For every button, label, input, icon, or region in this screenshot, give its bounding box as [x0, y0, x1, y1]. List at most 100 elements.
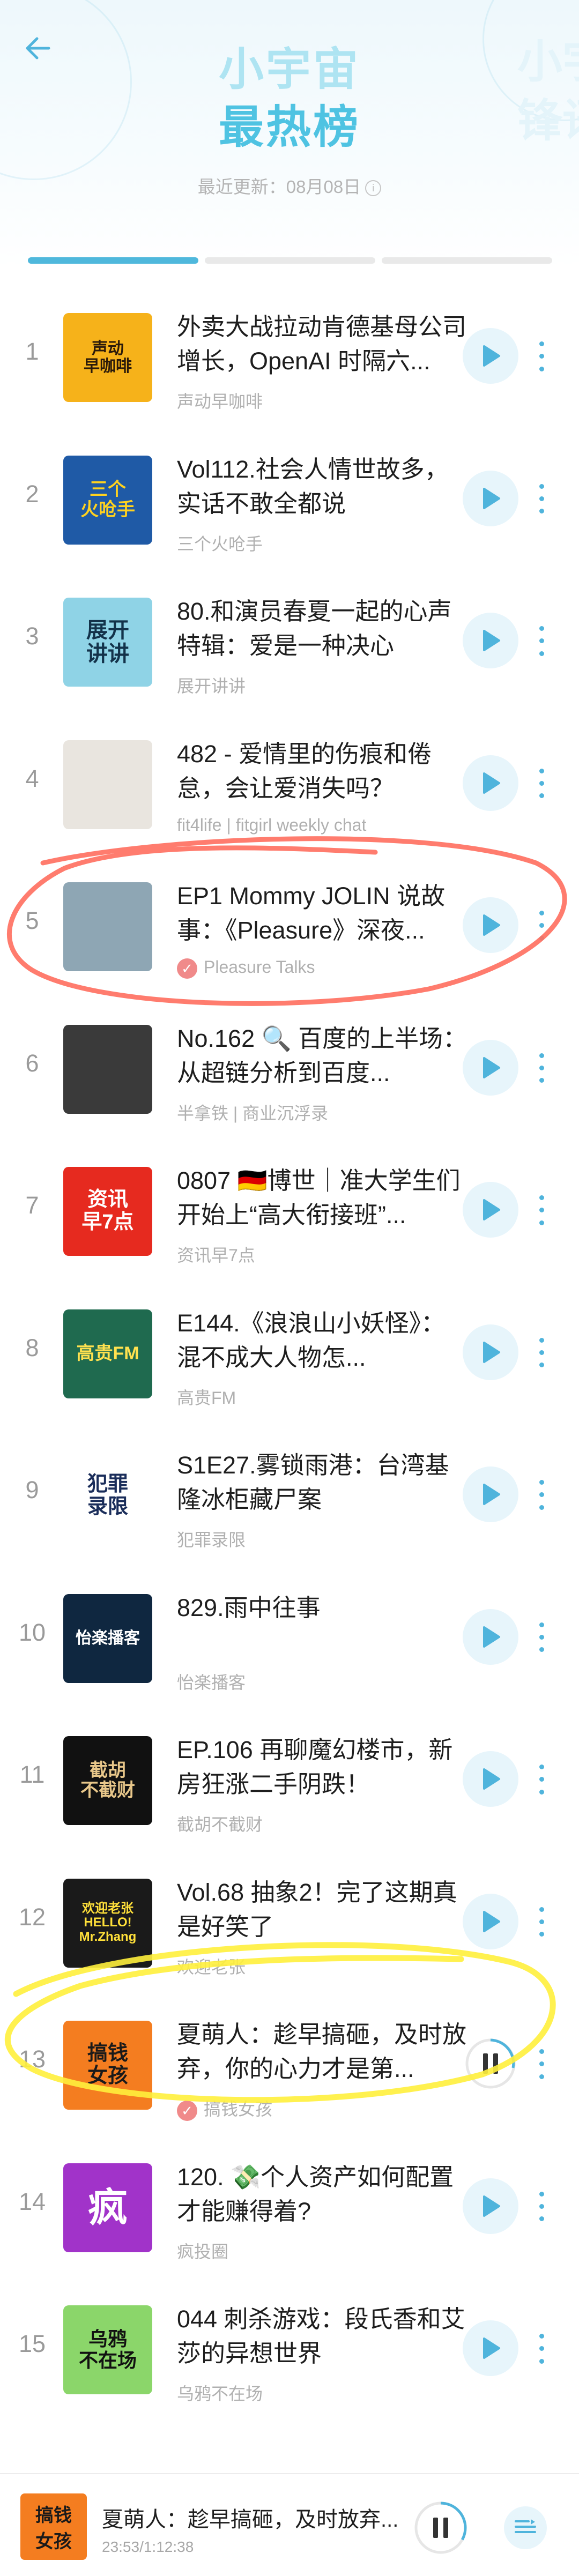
episode-cover[interactable]: 展开 讲讲 — [63, 598, 152, 687]
info-icon[interactable]: i — [365, 180, 382, 197]
more-options-button[interactable] — [533, 765, 550, 802]
episode-title[interactable]: S1E27.雾锁雨港：台湾基隆冰柜藏尸案 — [177, 1448, 469, 1517]
episode-cover[interactable]: 乌鸦 不在场 — [63, 2305, 152, 2394]
pause-button[interactable] — [463, 2036, 518, 2091]
episode-author[interactable]: 犯罪录限 — [177, 1527, 477, 1551]
more-options-button[interactable] — [533, 480, 550, 518]
play-button[interactable] — [463, 1039, 518, 1096]
episode-cover[interactable]: 欢迎老张 HELLO! Mr.Zhang — [63, 1878, 152, 1968]
episode-author[interactable]: fit4life | fitgirl weekly chat — [177, 815, 477, 835]
episode-cover[interactable]: 资讯 早7点 — [63, 1167, 152, 1256]
episode-cover[interactable]: 怡楽播客 — [63, 1594, 152, 1683]
list-item[interactable]: 15 乌鸦 不在场 044 刺杀游戏：段氏香和艾莎的异想世界 乌鸦不在场 — [0, 2276, 579, 2418]
episode-title[interactable]: 044 刺杀游戏：段氏香和艾莎的异想世界 — [177, 2302, 469, 2371]
episode-cover[interactable] — [63, 1024, 152, 1114]
episode-title[interactable]: Vol.68 抽象2！完了这期真是好笑了 — [177, 1875, 469, 1944]
episode-cover[interactable]: 截胡 不截财 — [63, 1736, 152, 1825]
episode-cover[interactable] — [63, 882, 152, 971]
episode-author[interactable]: ✓ 搞钱女孩 — [177, 2096, 477, 2121]
more-options-button[interactable] — [533, 1476, 550, 1514]
list-item[interactable]: 12 欢迎老张 HELLO! Mr.Zhang Vol.68 抽象2！完了这期真是好… — [0, 1850, 579, 1992]
play-button[interactable] — [463, 470, 518, 526]
episode-title[interactable]: EP.106 再聊魔幻楼市，新房狂涨二手阴跌！ — [177, 1733, 469, 1801]
more-options-button[interactable] — [533, 1049, 550, 1087]
episode-cover[interactable] — [63, 740, 152, 829]
more-options-button[interactable] — [533, 338, 550, 375]
play-button[interactable] — [463, 755, 518, 811]
player-title[interactable]: 夏萌人：趁早搞砸，及时放弃... — [102, 2502, 402, 2533]
more-options-button[interactable] — [533, 2330, 550, 2367]
player-cover-text: 搞钱 女孩 — [35, 2505, 72, 2552]
list-item[interactable]: 11 截胡 不截财 EP.106 再聊魔幻楼市，新房狂涨二手阴跌！ 截胡不截财 — [0, 1707, 579, 1849]
list-item[interactable]: 14 疯 120. 💸个人资产如何配置才能赚得着? 疯投圈 — [0, 2134, 579, 2276]
play-button[interactable] — [463, 2178, 518, 2234]
more-options-button[interactable] — [533, 2045, 550, 2083]
list-item[interactable]: 4 482 - 爱情里的伤痕和倦怠，会让爱消失吗？ fit4life | fitgi… — [0, 711, 579, 853]
tab-3[interactable] — [382, 257, 552, 264]
more-options-button[interactable] — [533, 907, 550, 944]
episode-cover[interactable]: 搞钱 女孩 — [63, 2021, 152, 2110]
play-button[interactable] — [463, 1751, 518, 1807]
list-item[interactable]: 9 犯罪 录限 S1E27.雾锁雨港：台湾基隆冰柜藏尸案 犯罪录限 — [0, 1423, 579, 1565]
episode-author[interactable]: 乌鸦不在场 — [177, 2380, 477, 2405]
episode-author[interactable]: 欢迎老张 — [177, 1954, 477, 1978]
list-item[interactable]: 10 怡楽播客 829.雨中往事 怡楽播客 — [0, 1565, 579, 1707]
episode-title[interactable]: E144.《浪浪山小妖怪》：混不成大人物怎... — [177, 1306, 469, 1375]
list-item[interactable]: 1 声动 早咖啡 外卖大战拉动肯德基母公司增长，OpenAI 时隔六... 声动早咖啡 — [0, 284, 579, 426]
episode-title[interactable]: 夏萌人：趁早搞砸，及时放弃，你的心力才是第... — [177, 2017, 469, 2086]
episode-title[interactable]: 120. 💸个人资产如何配置才能赚得着? — [177, 2160, 469, 2229]
list-item[interactable]: 7 资讯 早7点 0807 🇩🇪博世｜准大学生们开始上“高大衔接班”... 资讯早7点 — [0, 1138, 579, 1280]
episode-author[interactable]: ✓ Pleasure Talks — [177, 957, 477, 979]
episode-author[interactable]: 三个火呛手 — [177, 531, 477, 555]
more-options-button[interactable] — [533, 1903, 550, 1941]
play-button[interactable] — [463, 897, 518, 953]
pause-button[interactable] — [413, 2500, 469, 2556]
mini-player[interactable]: 搞钱 女孩 夏萌人：趁早搞砸，及时放弃... 23:53/1:12:38 — [0, 2473, 579, 2576]
episode-cover[interactable]: 三个 火呛手 — [63, 455, 152, 545]
episode-author[interactable]: 资讯早7点 — [177, 1242, 477, 1267]
play-button[interactable] — [463, 2320, 518, 2376]
more-options-button[interactable] — [533, 1192, 550, 1229]
more-options-button[interactable] — [533, 622, 550, 660]
list-item[interactable]: 3 展开 讲讲 80.和演员春夏一起的心声特辑：爱是一种决心 展开讲讲 — [0, 569, 579, 711]
play-button[interactable] — [463, 328, 518, 384]
episode-cover[interactable]: 犯罪 录限 — [63, 1451, 152, 1540]
list-item[interactable]: 5 EP1 Mommy JOLIN 说故事：《Pleasure》深夜... ✓ Ple… — [0, 853, 579, 995]
list-item[interactable]: 2 三个 火呛手 Vol112.社会人情世故多，实话不敢全都说 三个火呛手 — [0, 427, 579, 569]
episode-title[interactable]: 829.雨中往事 — [177, 1591, 469, 1625]
more-options-button[interactable] — [533, 1619, 550, 1656]
episode-title[interactable]: No.162 🔍 百度的上半场：从超链分析到百度... — [177, 1022, 469, 1090]
play-button[interactable] — [463, 1324, 518, 1380]
episode-author[interactable]: 怡楽播客 — [177, 1669, 477, 1694]
tab-1[interactable] — [28, 257, 198, 264]
episode-title[interactable]: Vol112.社会人情世故多，实话不敢全都说 — [177, 452, 469, 521]
list-item[interactable]: 13 搞钱 女孩 夏萌人：趁早搞砸，及时放弃，你的心力才是第... ✓ 搞钱女孩 — [0, 1992, 579, 2134]
play-button[interactable] — [463, 1466, 518, 1522]
playlist-button[interactable] — [504, 2506, 547, 2549]
play-button[interactable] — [463, 613, 518, 668]
more-options-button[interactable] — [533, 2188, 550, 2225]
play-button[interactable] — [463, 1609, 518, 1665]
more-options-button[interactable] — [533, 1761, 550, 1798]
episode-title[interactable]: 482 - 爱情里的伤痕和倦怠，会让爱消失吗？ — [177, 737, 469, 806]
episode-cover[interactable]: 高贵FM — [63, 1309, 152, 1398]
episode-author[interactable]: 高贵FM — [177, 1384, 477, 1409]
list-item[interactable]: 8 高贵FM E144.《浪浪山小妖怪》：混不成大人物怎... 高贵FM — [0, 1280, 579, 1423]
episode-title[interactable]: 0807 🇩🇪博世｜准大学生们开始上“高大衔接班”... — [177, 1164, 469, 1232]
episode-title[interactable]: EP1 Mommy JOLIN 说故事：《Pleasure》深夜... — [177, 879, 469, 948]
episode-author[interactable]: 疯投圈 — [177, 2238, 477, 2263]
list-item[interactable]: 6 No.162 🔍 百度的上半场：从超链分析到百度... 半拿铁 | 商业沉浮录 — [0, 996, 579, 1138]
more-options-button[interactable] — [533, 1334, 550, 1372]
tab-2[interactable] — [205, 257, 375, 264]
player-cover[interactable]: 搞钱 女孩 — [20, 2493, 87, 2560]
episode-author[interactable]: 声动早咖啡 — [177, 388, 477, 413]
episode-cover[interactable]: 疯 — [63, 2163, 152, 2252]
episode-cover[interactable]: 声动 早咖啡 — [63, 313, 152, 402]
episode-title[interactable]: 80.和演员春夏一起的心声特辑：爱是一种决心 — [177, 594, 469, 663]
play-button[interactable] — [463, 1182, 518, 1238]
episode-title[interactable]: 外卖大战拉动肯德基母公司增长，OpenAI 时隔六... — [177, 310, 469, 378]
play-button[interactable] — [463, 1893, 518, 1949]
episode-author[interactable]: 半拿铁 | 商业沉浮录 — [177, 1100, 477, 1125]
episode-author[interactable]: 展开讲讲 — [177, 673, 477, 697]
episode-author[interactable]: 截胡不截财 — [177, 1811, 477, 1836]
